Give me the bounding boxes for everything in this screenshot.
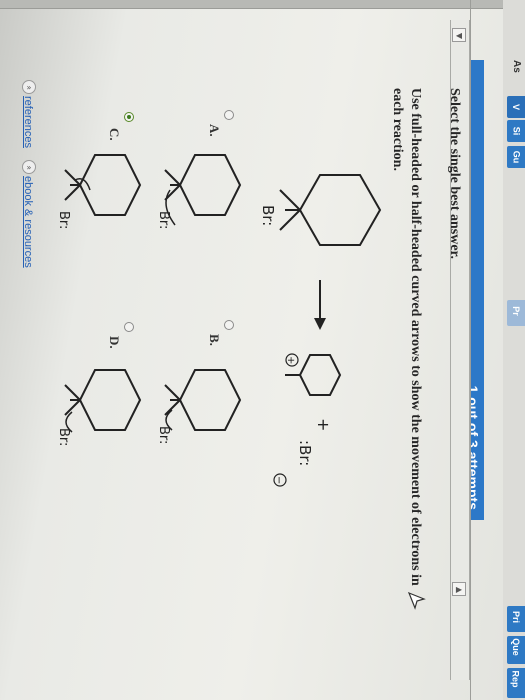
side-button-5[interactable]: Pri (507, 606, 525, 632)
side-button-6[interactable]: Que (507, 636, 525, 664)
option-a-radio[interactable] (224, 110, 234, 120)
divider (470, 0, 471, 700)
option-c-radio[interactable] (124, 112, 134, 122)
question-title: Select the single best answer. (447, 88, 462, 259)
option-b-radio[interactable] (224, 320, 234, 330)
references-link[interactable]: references (22, 96, 34, 148)
svg-text:−: − (273, 476, 284, 484)
svg-text:Br:: Br: (60, 211, 71, 229)
svg-text:Br:: Br: (160, 211, 171, 229)
option-d-structure: Br: (60, 369, 142, 446)
svg-text:Br:: Br: (60, 428, 71, 446)
collapse-arrow-icon[interactable]: ◀ (452, 28, 466, 42)
side-panel-title: As (511, 60, 522, 73)
ebook-link[interactable]: ebook & resources (22, 176, 34, 268)
top-strip (0, 0, 525, 9)
option-b-structure: Br: (160, 369, 242, 444)
svg-text:+: + (285, 356, 296, 364)
side-button-2[interactable]: Si (507, 120, 525, 142)
option-a-structure: Br: (160, 154, 242, 229)
ebook-icon: » (22, 160, 36, 174)
plus-sign: + (314, 418, 333, 431)
side-button-3[interactable]: Gu (507, 146, 525, 168)
side-button-1[interactable]: V (507, 96, 525, 118)
bromide-ion: :Br: (296, 440, 314, 466)
option-c-structure: Br: (60, 154, 142, 229)
side-button-7[interactable]: Rep (507, 668, 525, 698)
svg-text:Br:: Br: (160, 426, 171, 444)
option-d-radio[interactable] (124, 322, 134, 332)
expand-arrow-icon[interactable]: ▶ (452, 582, 466, 596)
reactant-bromine: Br: (260, 205, 277, 226)
question-page: 1 out of 3 attempts ◀ ▶ Select the singl… (0, 0, 525, 700)
reactant-ring (298, 174, 382, 246)
side-button-4[interactable]: Pr (507, 300, 525, 326)
references-icon: » (22, 80, 36, 94)
product-ring (298, 354, 342, 396)
reaction-scheme: Br: + + :Br: − (260, 174, 382, 487)
mouse-cursor-icon (408, 592, 426, 610)
